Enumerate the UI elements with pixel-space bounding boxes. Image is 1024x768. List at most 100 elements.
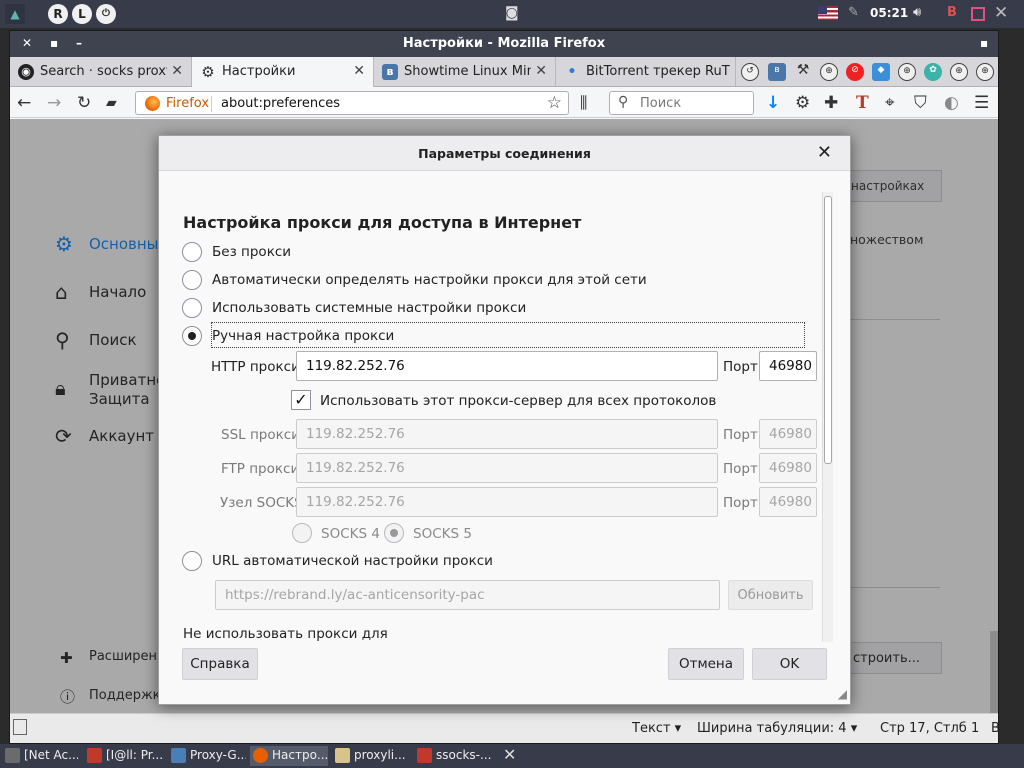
puzzle-icon[interactable]: ✚ [824, 93, 838, 113]
task-label: Proxy-G... [190, 748, 246, 762]
tab-label: Настройки [222, 64, 296, 79]
globe-icon[interactable]: ⊕ [898, 63, 916, 81]
identity-label[interactable]: Firefox [166, 96, 209, 111]
scroll-thumb[interactable] [824, 196, 832, 464]
use-for-all-checkbox[interactable]: ✓ [291, 390, 311, 410]
screenshot-icon[interactable]: ◙ [505, 5, 519, 21]
pac-url-label: URL автоматической настройки прокси [212, 553, 493, 569]
tool-icon[interactable]: ⚒ [794, 63, 812, 81]
search-bar[interactable]: ⚲ Поиск [609, 91, 754, 115]
pac-url-input[interactable]: https://rebrand.ly/ac-anticensority-pac [215, 580, 720, 610]
radio-system-proxy[interactable] [182, 298, 202, 318]
ssl-proxy-input[interactable]: 119.82.252.76 [296, 419, 718, 449]
tab-width-value: 4 [838, 721, 847, 736]
task-terminal[interactable]: [I@ll: Pr... [84, 746, 162, 766]
pac-reload-button[interactable]: Обновить [728, 580, 813, 610]
playstation-icon[interactable]: ⏻ [96, 4, 116, 24]
url-text[interactable]: about:preferences [221, 96, 340, 111]
globe-icon[interactable]: ⊕ [820, 63, 838, 81]
radio-pac-url[interactable] [182, 551, 202, 571]
adblock-icon[interactable]: ⊘ [846, 63, 864, 81]
mask-icon[interactable]: ◐ [944, 93, 959, 113]
radio-auto-detect[interactable] [182, 270, 202, 290]
ok-button[interactable]: OK [752, 648, 827, 680]
radio-manual-proxy[interactable] [182, 326, 202, 346]
us-flag-icon[interactable] [818, 6, 838, 20]
gear-icon: ⚙ [201, 63, 215, 81]
close-panel-icon[interactable]: ✕ [994, 3, 1008, 23]
reload-icon[interactable]: ↻ [77, 93, 91, 113]
volume-icon[interactable]: 🔊︎ [913, 5, 921, 20]
extension-icon[interactable]: ✿ [924, 63, 942, 81]
socks-host-input[interactable]: 119.82.252.76 [296, 487, 718, 517]
ghost-icon[interactable]: ⌖ [885, 93, 895, 113]
cancel-button[interactable]: Отмена [668, 648, 744, 680]
forward-icon[interactable]: → [47, 93, 61, 113]
terminal-icon [417, 748, 432, 763]
help-button[interactable]: Справка [182, 648, 258, 680]
launcher-r-icon[interactable]: R [48, 4, 68, 24]
back-icon[interactable]: ← [17, 93, 31, 113]
radio-socks5[interactable] [384, 523, 404, 543]
task-net-access[interactable]: [Net Ac... [2, 746, 78, 766]
system-panel: ▲ R L ⏻ ◙ ✎ 05:21 🔊︎ B ✕ [0, 0, 1024, 28]
http-proxy-input[interactable]: 119.82.252.76 [296, 351, 718, 381]
manual-proxy-label: Ручная настройка прокси [212, 328, 395, 344]
app-menu-icon[interactable]: ▲ [5, 4, 25, 24]
socks-port-input[interactable]: 46980 [759, 487, 817, 517]
ftp-port-input[interactable]: 46980 [759, 453, 817, 483]
launcher-l-icon[interactable]: L [72, 4, 92, 24]
task-text-editor[interactable]: proxyli... [332, 746, 410, 766]
bookmark-star-icon[interactable]: ☆ [547, 93, 562, 113]
ssl-port-input[interactable]: 46980 [759, 419, 817, 449]
task-folder[interactable]: Proxy-G... [168, 746, 246, 766]
tab-rutracker[interactable]: • BitTorrent трекер RuT [556, 57, 736, 87]
b-icon[interactable]: B [947, 5, 957, 20]
http-proxy-label: HTTP прокси [211, 359, 300, 375]
url-bar[interactable]: Firefox about:preferences ☆ [135, 91, 569, 115]
translate-icon[interactable]: T [856, 93, 869, 113]
http-port-input[interactable]: 46980 [759, 351, 817, 381]
connection-settings-dialog: Параметры соединения ✕ Настройка прокси … [158, 135, 851, 705]
close-icon[interactable]: ✕ [503, 745, 516, 764]
pen-icon[interactable]: ✎ [848, 5, 859, 20]
library-icon[interactable]: ⫼ [580, 93, 587, 113]
close-icon[interactable]: ✕ [817, 142, 832, 163]
document-icon [335, 748, 350, 763]
tab-settings[interactable]: ⚙ Настройки ✕ [192, 57, 374, 87]
globe-icon[interactable]: ⊕ [950, 63, 968, 81]
task-ssocks[interactable]: ssocks-... [414, 746, 492, 766]
container-icon[interactable]: ▰ [106, 95, 117, 111]
task-firefox[interactable]: Настро... [250, 746, 328, 766]
radio-socks4[interactable] [292, 523, 312, 543]
shield-icon[interactable]: ⛉ [914, 93, 927, 113]
maximize-panel-icon[interactable] [971, 7, 985, 21]
navigation-toolbar: ← → ↻ ▰ Firefox about:preferences ☆ ⫼ ⚲ … [10, 88, 998, 118]
ftp-proxy-input[interactable]: 119.82.252.76 [296, 453, 718, 483]
maximize-icon[interactable]: ▪ [980, 36, 988, 50]
tab-label: BitTorrent трекер RuT [586, 64, 730, 79]
vk-icon[interactable]: в [768, 63, 786, 81]
syntax-mode[interactable]: Текст ▾ [632, 721, 681, 736]
radio-no-proxy[interactable] [182, 242, 202, 262]
download-icon[interactable]: ↓ [766, 93, 780, 113]
close-tab-icon[interactable]: ✕ [167, 63, 183, 79]
tab-width-label: Ширина табуляции: [697, 721, 835, 736]
history-icon[interactable]: ↺ [741, 63, 759, 81]
tab-width-selector[interactable]: Ширина табуляции: 4 ▾ [697, 721, 857, 736]
menu-icon[interactable]: ☰ [974, 93, 989, 113]
window-titlebar[interactable]: ✕ ▪ – Настройки - Mozilla Firefox ▪ [10, 31, 998, 57]
close-tab-icon[interactable]: ✕ [353, 63, 365, 79]
shield-icon[interactable]: ◆ [872, 63, 890, 81]
socks-port-label: Порт [723, 495, 758, 511]
clock[interactable]: 05:21 [870, 6, 908, 20]
gear-icon[interactable]: ⚙ [795, 93, 810, 113]
resize-grip-icon[interactable]: ◢ [838, 687, 847, 701]
tab-showtime[interactable]: в Showtime Linux Mint ✕ [374, 57, 556, 87]
close-tab-icon[interactable]: ✕ [531, 63, 547, 79]
globe-icon[interactable]: ⊕ [976, 63, 994, 81]
dialog-scrollbar[interactable] [822, 192, 833, 642]
task-label: Настро... [272, 748, 328, 762]
sidebar-toggle-icon[interactable] [13, 719, 27, 735]
tab-github-search[interactable]: ◉ Search · socks proxy · ✕ [10, 57, 192, 87]
